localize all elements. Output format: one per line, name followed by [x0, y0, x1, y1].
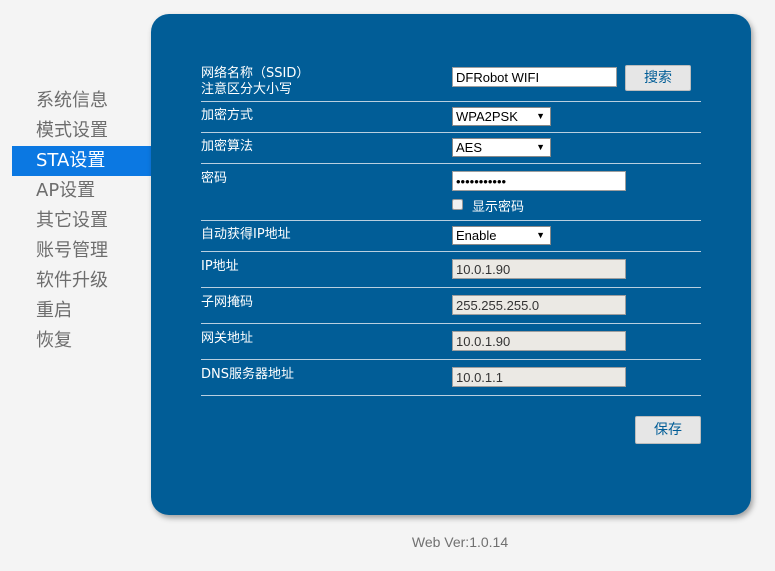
- ssid-input[interactable]: [452, 67, 617, 87]
- dropdown-arrow-icon: ▼: [536, 111, 545, 121]
- subnet-mask-input[interactable]: [452, 295, 626, 315]
- ip-address-label: IP地址: [201, 259, 239, 274]
- dhcp-select[interactable]: Enable ▼: [452, 226, 551, 245]
- dhcp-label: 自动获得IP地址: [201, 227, 291, 242]
- sidebar-nav: 系统信息 模式设置 STA设置 AP设置 其它设置 账号管理 软件升级 重启 恢…: [12, 86, 151, 356]
- ssid-row: 网络名称（SSID） 注意区分大小写 搜索: [201, 62, 701, 102]
- dhcp-row: 自动获得IP地址 Enable ▼: [201, 221, 701, 252]
- password-input[interactable]: [452, 171, 626, 191]
- encryption-algorithm-value: AES: [456, 140, 483, 155]
- encryption-algorithm-row: 加密算法 AES ▼: [201, 133, 701, 164]
- sidebar-item-sta-settings[interactable]: STA设置: [12, 146, 151, 176]
- ip-address-input[interactable]: [452, 259, 626, 279]
- save-button[interactable]: 保存: [635, 416, 701, 444]
- password-row: 密码 显示密码: [201, 164, 701, 221]
- sidebar-item-software-upgrade[interactable]: 软件升级: [12, 266, 151, 296]
- dns-label: DNS服务器地址: [201, 367, 294, 382]
- sidebar-item-mode-settings[interactable]: 模式设置: [12, 116, 151, 146]
- sidebar-item-reboot[interactable]: 重启: [12, 296, 151, 326]
- sidebar-item-other-settings[interactable]: 其它设置: [12, 206, 151, 236]
- encryption-mode-select[interactable]: WPA2PSK ▼: [452, 107, 551, 126]
- ssid-label: 网络名称（SSID） 注意区分大小写: [201, 66, 309, 98]
- encryption-mode-label: 加密方式: [201, 108, 254, 123]
- dropdown-arrow-icon: ▼: [536, 142, 545, 152]
- ssid-label-line1: 网络名称（SSID）: [201, 66, 310, 81]
- ssid-label-line2: 注意区分大小写: [201, 82, 293, 97]
- subnet-mask-label: 子网掩码: [201, 295, 254, 310]
- show-password-label: 显示密码: [472, 200, 525, 215]
- encryption-algorithm-select[interactable]: AES ▼: [452, 138, 551, 157]
- sidebar-item-account-management[interactable]: 账号管理: [12, 236, 151, 266]
- dns-row: DNS服务器地址: [201, 360, 701, 396]
- sidebar-item-ap-settings[interactable]: AP设置: [12, 176, 151, 206]
- subnet-mask-row: 子网掩码: [201, 288, 701, 324]
- page: 系统信息 模式设置 STA设置 AP设置 其它设置 账号管理 软件升级 重启 恢…: [0, 0, 775, 571]
- encryption-mode-value: WPA2PSK: [456, 109, 518, 124]
- dhcp-value: Enable: [456, 228, 497, 243]
- show-password-checkbox[interactable]: [452, 198, 463, 210]
- show-password-toggle[interactable]: 显示密码: [452, 196, 524, 215]
- search-button[interactable]: 搜索: [625, 65, 691, 91]
- gateway-input[interactable]: [452, 331, 626, 351]
- version-footer: Web Ver:1.0.14: [411, 534, 509, 550]
- dns-input[interactable]: [452, 367, 626, 387]
- dropdown-arrow-icon: ▼: [536, 230, 545, 240]
- sta-settings-form: 网络名称（SSID） 注意区分大小写 搜索 加密方式 WPA2PSK ▼: [201, 62, 701, 396]
- encryption-algorithm-label: 加密算法: [201, 139, 254, 154]
- gateway-label: 网关地址: [201, 331, 254, 346]
- password-label: 密码: [201, 171, 228, 186]
- gateway-row: 网关地址: [201, 324, 701, 360]
- ip-address-row: IP地址: [201, 252, 701, 288]
- sidebar-item-system-info[interactable]: 系统信息: [12, 86, 151, 116]
- sidebar-item-restore[interactable]: 恢复: [12, 326, 151, 356]
- sta-settings-panel: 网络名称（SSID） 注意区分大小写 搜索 加密方式 WPA2PSK ▼: [151, 14, 751, 515]
- encryption-mode-row: 加密方式 WPA2PSK ▼: [201, 102, 701, 133]
